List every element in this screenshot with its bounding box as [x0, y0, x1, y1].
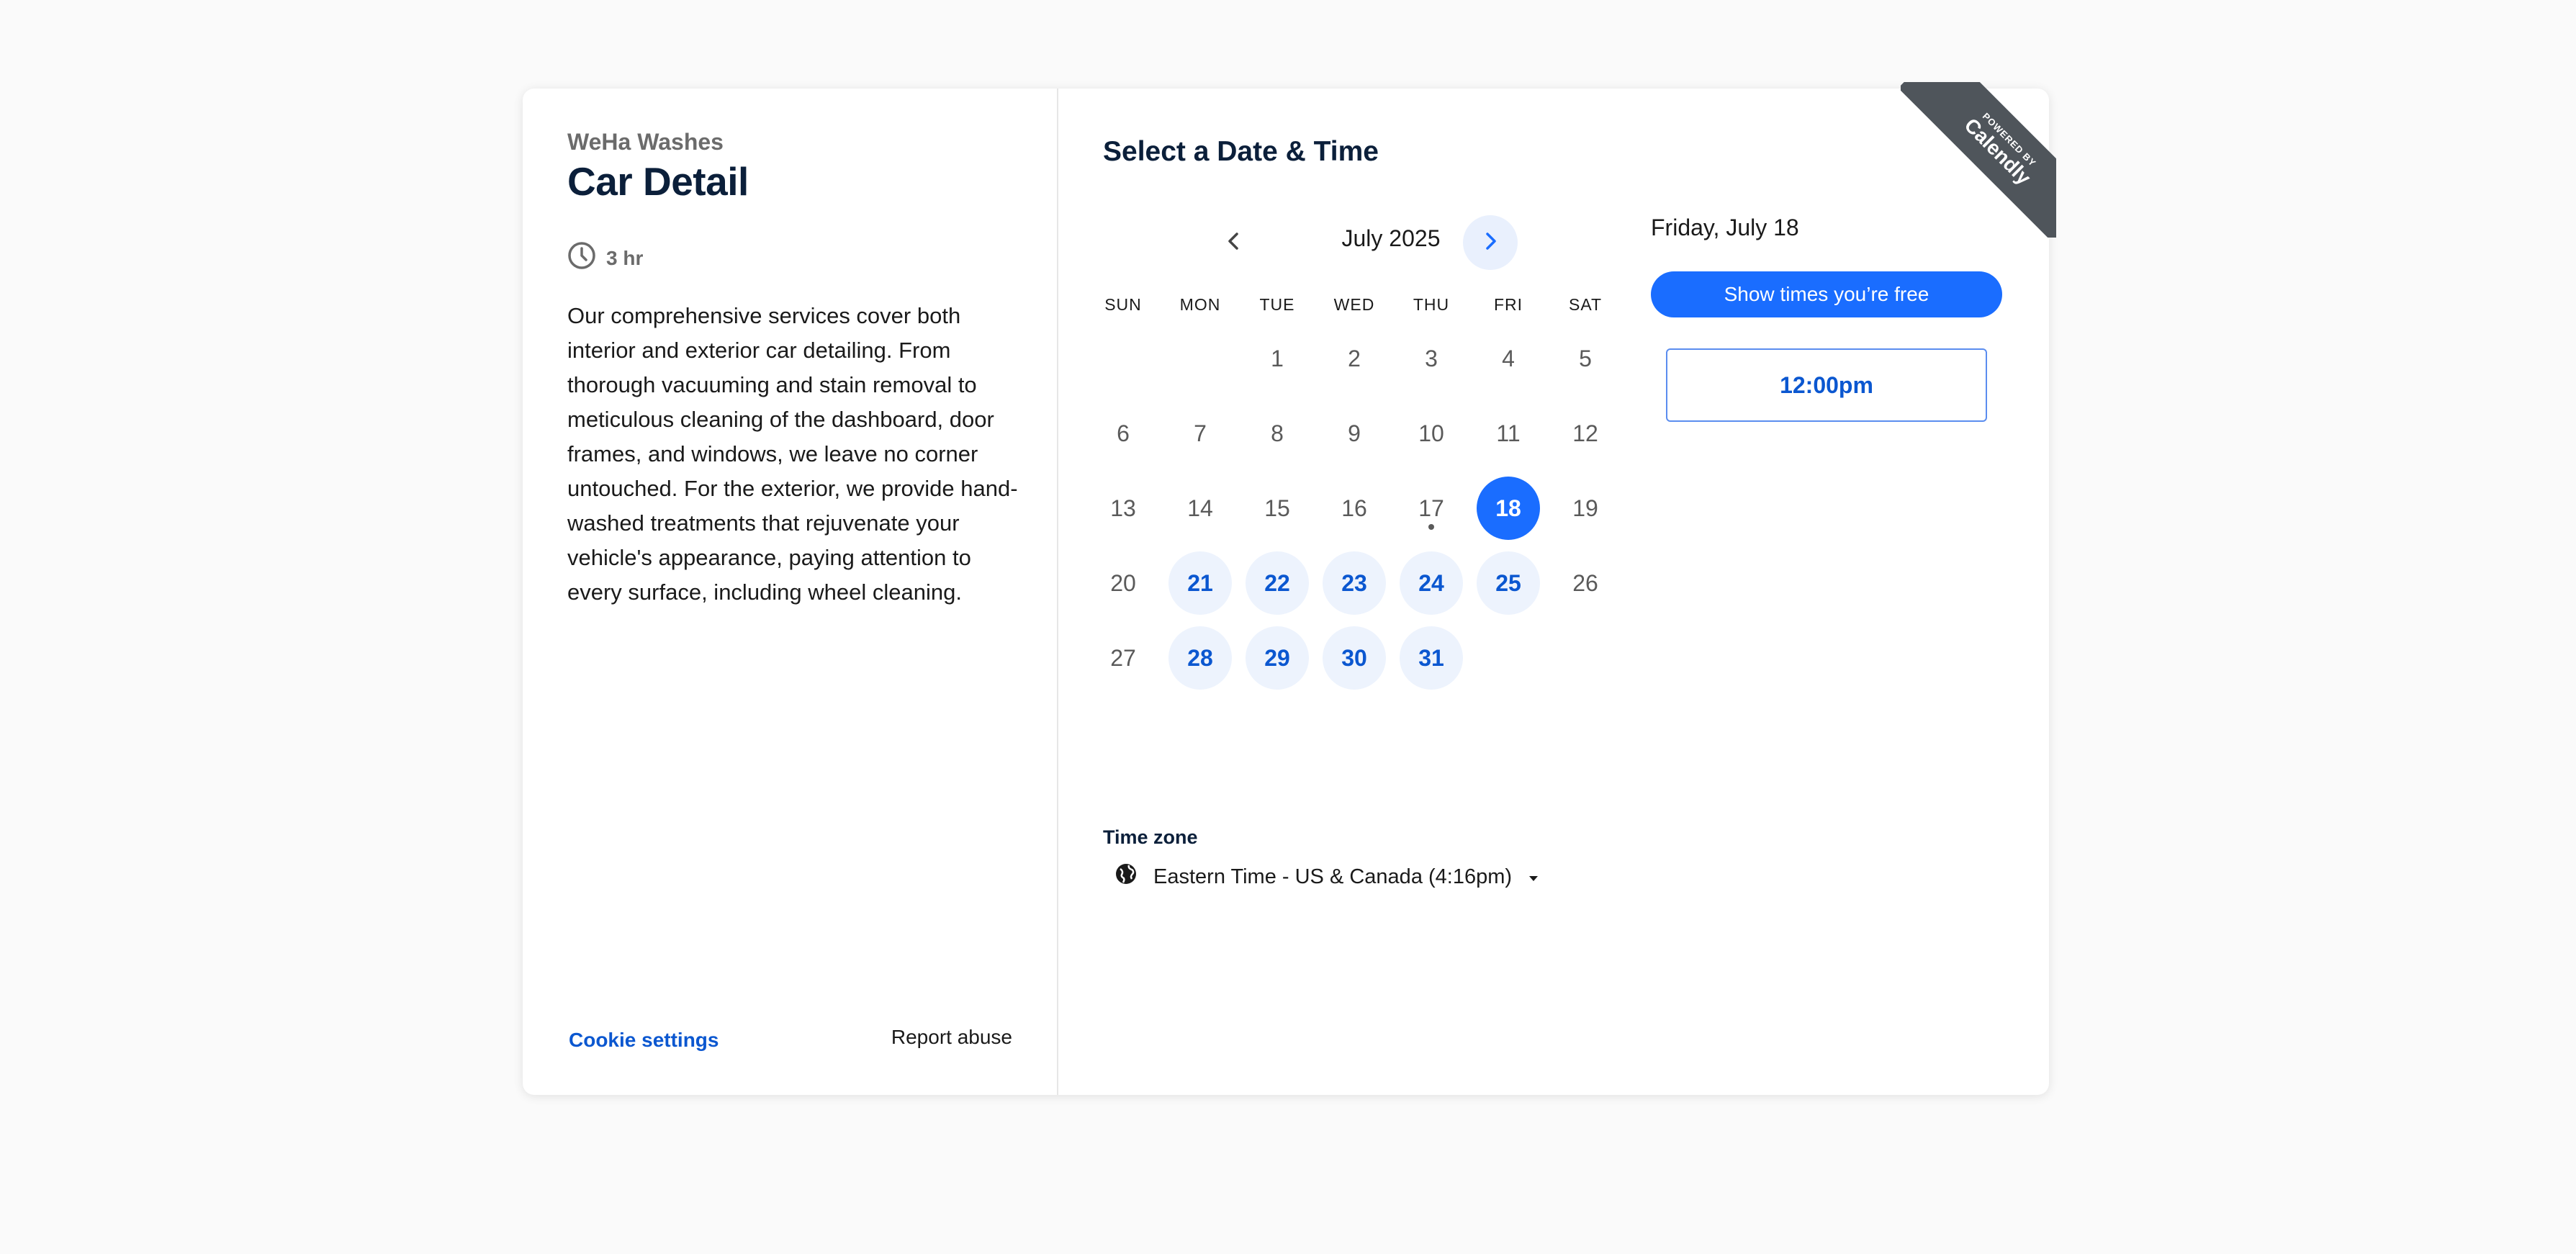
- calendar-day-9: 9: [1323, 402, 1386, 465]
- calendar-day-17: 17: [1400, 477, 1463, 540]
- day-number: 30: [1341, 644, 1367, 671]
- chevron-right-icon: [1480, 230, 1501, 256]
- calendar-day-29[interactable]: 29: [1246, 626, 1309, 690]
- weekday-wed: WED: [1333, 295, 1375, 314]
- day-number: 13: [1110, 495, 1136, 521]
- day-number: 21: [1187, 569, 1213, 596]
- day-number: 4: [1502, 345, 1515, 371]
- calendar-day-19: 19: [1554, 477, 1617, 540]
- selected-date-label: Friday, July 18: [1651, 215, 1799, 240]
- calendar-day-18[interactable]: 18: [1477, 477, 1540, 540]
- today-indicator: [1428, 524, 1434, 530]
- calendar-day-15: 15: [1246, 477, 1309, 540]
- month-label: July 2025: [1341, 225, 1441, 251]
- organizer-name: WeHa Washes: [567, 129, 724, 155]
- calendar-day-12: 12: [1554, 402, 1617, 465]
- day-number: 28: [1187, 644, 1213, 671]
- weekday-sun: SUN: [1104, 295, 1142, 314]
- clock-icon: [567, 241, 596, 275]
- calendar-day-14: 14: [1168, 477, 1232, 540]
- weekday-mon: MON: [1179, 295, 1221, 314]
- day-number: 2: [1348, 345, 1361, 371]
- weekday-fri: FRI: [1493, 295, 1523, 314]
- calendar-day-25[interactable]: 25: [1477, 551, 1540, 615]
- event-title: Car Detail: [567, 159, 749, 204]
- day-number: 12: [1572, 420, 1598, 446]
- calendar-day-10: 10: [1400, 402, 1463, 465]
- calendar-day-7: 7: [1168, 402, 1232, 465]
- booking-card: WeHa Washes Car Detail 3 hr Our comprehe…: [523, 89, 2049, 1095]
- weekday-tue: TUE: [1259, 295, 1295, 314]
- month-navigation: July 2025: [1103, 211, 1679, 270]
- calendar-day-11: 11: [1477, 402, 1540, 465]
- duration-text: 3 hr: [606, 246, 644, 269]
- day-number: 19: [1572, 495, 1598, 521]
- prev-month-button[interactable]: [1207, 215, 1261, 270]
- day-number: 25: [1495, 569, 1521, 596]
- calendar-day-4: 4: [1477, 327, 1540, 390]
- calendar-day-23[interactable]: 23: [1323, 551, 1386, 615]
- calendar-day-5: 5: [1554, 327, 1617, 390]
- day-number: 9: [1348, 420, 1361, 446]
- day-number: 8: [1271, 420, 1284, 446]
- day-number: 10: [1418, 420, 1444, 446]
- show-free-times-button[interactable]: Show times you’re free: [1651, 271, 2002, 317]
- weekday-sat: SAT: [1568, 295, 1603, 314]
- calendar-day-3: 3: [1400, 327, 1463, 390]
- day-number: 27: [1110, 644, 1136, 671]
- next-month-button[interactable]: [1463, 215, 1518, 270]
- day-number: 24: [1418, 569, 1444, 596]
- timezone-value: Eastern Time - US & Canada (4:16pm): [1153, 865, 1513, 888]
- calendly-badge: POWERED BY Calendly: [1901, 82, 2056, 238]
- calendar-day-28[interactable]: 28: [1168, 626, 1232, 690]
- page-title: Select a Date & Time: [1103, 136, 1379, 167]
- day-number: 23: [1341, 569, 1367, 596]
- day-number: 22: [1264, 569, 1290, 596]
- day-number: 11: [1496, 420, 1521, 446]
- event-details-panel: WeHa Washes Car Detail 3 hr Our comprehe…: [523, 89, 1058, 1095]
- day-number: 6: [1117, 420, 1130, 446]
- day-number: 14: [1187, 495, 1213, 521]
- timezone-label: Time zone: [1103, 826, 1198, 848]
- day-number: 20: [1110, 569, 1136, 596]
- calendar-day-30[interactable]: 30: [1323, 626, 1386, 690]
- calendar-day-31[interactable]: 31: [1400, 626, 1463, 690]
- powered-by-ribbon[interactable]: POWERED BY Calendly: [1901, 82, 2056, 238]
- calendar-day-24[interactable]: 24: [1400, 551, 1463, 615]
- day-number: 31: [1418, 644, 1444, 671]
- caret-down-icon: [1528, 865, 1539, 889]
- event-description: Our comprehensive services cover both in…: [567, 303, 1018, 605]
- weekday-thu: THU: [1413, 295, 1450, 314]
- calendar-day-16: 16: [1323, 477, 1386, 540]
- report-abuse-link[interactable]: Report abuse: [891, 1026, 1012, 1049]
- day-number: 5: [1579, 345, 1592, 371]
- day-number: 18: [1495, 495, 1521, 521]
- chevron-left-icon: [1223, 230, 1245, 256]
- time-slot-button[interactable]: 12:00pm: [1666, 348, 1987, 422]
- day-number: 17: [1418, 495, 1444, 521]
- calendar-day-1: 1: [1246, 327, 1309, 390]
- cookie-settings-link[interactable]: Cookie settings: [569, 1029, 719, 1052]
- day-number: 3: [1425, 345, 1438, 371]
- calendar-day-21[interactable]: 21: [1168, 551, 1232, 615]
- calendar-day-26: 26: [1554, 551, 1617, 615]
- day-number: 7: [1194, 420, 1207, 446]
- calendar-day-2: 2: [1323, 327, 1386, 390]
- timezone-selector[interactable]: Eastern Time - US & Canada (4:16pm): [1114, 862, 1539, 891]
- calendar-day-20: 20: [1091, 551, 1155, 615]
- duration-row: 3 hr: [567, 241, 643, 275]
- globe-icon: [1114, 862, 1138, 891]
- day-number: 15: [1264, 495, 1290, 521]
- day-number: 1: [1271, 345, 1284, 371]
- day-number: 29: [1264, 644, 1290, 671]
- calendar-day-8: 8: [1246, 402, 1309, 465]
- day-number: 26: [1572, 569, 1598, 596]
- calendar-day-27: 27: [1091, 626, 1155, 690]
- calendar-day-13: 13: [1091, 477, 1155, 540]
- calendar-day-22[interactable]: 22: [1246, 551, 1309, 615]
- calendar-day-6: 6: [1091, 402, 1155, 465]
- day-number: 16: [1341, 495, 1367, 521]
